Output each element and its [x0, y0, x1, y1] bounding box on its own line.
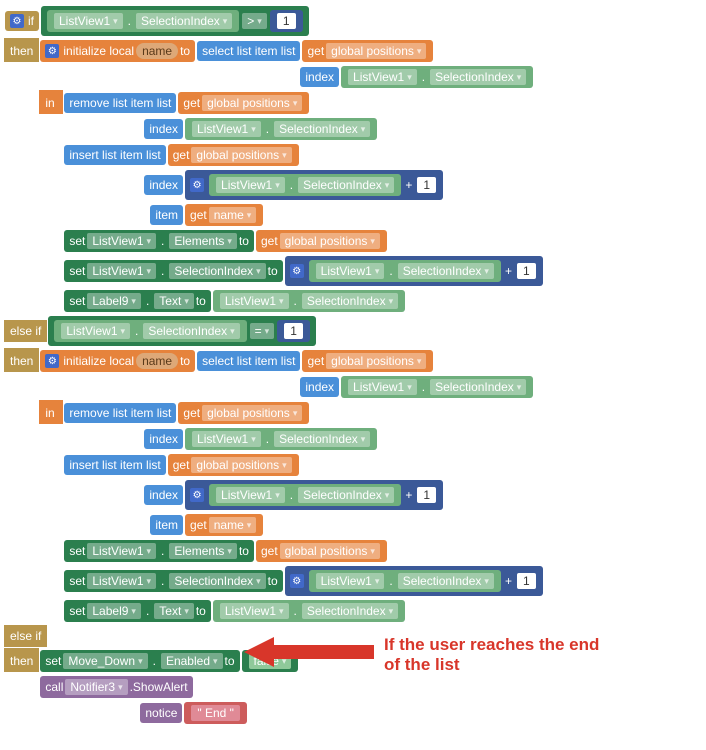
elseif-keyword: else if: [4, 625, 47, 647]
set-label9-text[interactable]: set Label9.Text to ListView1.SelectionIn…: [63, 289, 406, 313]
insert-index-label: index: [144, 175, 183, 195]
set-label9-text[interactable]: set Label9.Text to ListView1.SelectionIn…: [63, 599, 406, 623]
call-notifier-showalert[interactable]: call Notifier3.ShowAlert: [39, 675, 193, 699]
then-keyword: then: [4, 348, 39, 372]
then-keyword: then: [4, 38, 39, 62]
get-global-positions[interactable]: get global positions: [256, 230, 387, 252]
number-1[interactable]: 1: [277, 320, 310, 342]
gear-icon[interactable]: [290, 574, 304, 588]
arrow-icon: [244, 637, 374, 667]
math-add[interactable]: ListView1.SelectionIndex + 1: [185, 480, 443, 510]
set-selectionindex[interactable]: set ListView1.SelectionIndex to ListView…: [63, 255, 543, 287]
get-global-positions[interactable]: get global positions: [302, 350, 433, 372]
operator-gt[interactable]: >: [242, 13, 267, 29]
in-keyword: in: [39, 90, 63, 114]
init-local-header: initialize localnameto: [40, 40, 195, 62]
listview-selectionindex-getter[interactable]: ListView1.SelectionIndex: [309, 570, 501, 592]
get-global-positions[interactable]: get global positions: [302, 40, 433, 62]
listview-selectionindex-getter[interactable]: ListView1.SelectionIndex: [309, 260, 501, 282]
math-add[interactable]: ListView1.SelectionIndex + 1: [285, 566, 543, 596]
math-add[interactable]: ListView1.SelectionIndex + 1: [285, 256, 543, 286]
blocks-root: if ListView1.SelectionIndex > 1 then ini…: [4, 5, 702, 726]
remove-index-label: index: [144, 429, 183, 449]
set-elements[interactable]: set ListView1.Elements to get global pos…: [63, 229, 388, 253]
get-name[interactable]: get name: [185, 204, 263, 226]
listview-selectionindex-getter[interactable]: ListView1.SelectionIndex: [54, 320, 246, 342]
get-name[interactable]: get name: [185, 514, 263, 536]
select-list-item[interactable]: select list item list: [197, 41, 300, 61]
operator-eq[interactable]: =: [250, 323, 275, 339]
then-keyword: then: [4, 648, 39, 672]
remove-index-label: index: [144, 119, 183, 139]
elseif-keyword: else if: [4, 320, 47, 342]
gear-icon[interactable]: [290, 264, 304, 278]
select-list-item[interactable]: select list item list: [197, 351, 300, 371]
notice-label: notice: [140, 703, 182, 723]
listview-selectionindex-getter[interactable]: ListView1.SelectionIndex: [213, 600, 405, 622]
gear-icon[interactable]: [10, 14, 24, 28]
listview-selectionindex-getter[interactable]: ListView1.SelectionIndex: [185, 428, 377, 450]
init-local-block[interactable]: initialize localnameto select list item …: [39, 349, 434, 373]
listview-selectionindex-getter[interactable]: ListView1.SelectionIndex: [341, 376, 533, 398]
select-index-label: index: [300, 377, 339, 397]
init-local-header: initialize localnameto: [40, 350, 195, 372]
listview-selectionindex-getter[interactable]: ListView1.SelectionIndex: [209, 484, 401, 506]
if-keyword: if: [5, 11, 39, 31]
set-elements[interactable]: set ListView1.Elements to get global pos…: [63, 539, 388, 563]
condition-compare[interactable]: ListView1.SelectionIndex = 1: [48, 316, 316, 346]
remove-list-item[interactable]: remove list item list get global positio…: [63, 401, 310, 425]
elseif-block[interactable]: else if ListView1.SelectionIndex = 1: [4, 315, 702, 347]
insert-index-label: index: [144, 485, 183, 505]
string-end[interactable]: " End ": [184, 702, 247, 724]
math-add[interactable]: ListView1.SelectionIndex + 1: [185, 170, 443, 200]
gear-icon[interactable]: [45, 44, 59, 58]
in-keyword: in: [39, 400, 63, 424]
select-index-label: index: [300, 67, 339, 87]
listview-selectionindex-getter[interactable]: ListView1.SelectionIndex: [185, 118, 377, 140]
get-global-positions[interactable]: get global positions: [178, 92, 309, 114]
gear-icon[interactable]: [45, 354, 59, 368]
set-selectionindex[interactable]: set ListView1.SelectionIndex to ListView…: [63, 565, 543, 597]
if-block[interactable]: if ListView1.SelectionIndex > 1: [4, 5, 702, 37]
condition-compare[interactable]: ListView1.SelectionIndex > 1: [41, 6, 309, 36]
get-global-positions[interactable]: get global positions: [178, 402, 309, 424]
get-global-positions[interactable]: get global positions: [168, 454, 299, 476]
remove-list-item[interactable]: remove list item list get global positio…: [63, 91, 310, 115]
insert-item-label: item: [150, 515, 183, 535]
listview-selectionindex-getter[interactable]: ListView1.SelectionIndex: [213, 290, 405, 312]
listview-selectionindex-getter[interactable]: ListView1.SelectionIndex: [47, 10, 239, 32]
insert-list-item[interactable]: insert list item list get global positio…: [63, 143, 299, 167]
var-name-pill: name: [136, 43, 178, 59]
number-1[interactable]: 1: [270, 10, 303, 32]
insert-item-label: item: [150, 205, 183, 225]
gear-icon[interactable]: [190, 178, 204, 192]
init-local-block[interactable]: initialize localnameto select list item …: [39, 39, 434, 63]
insert-list-item[interactable]: insert list item list get global positio…: [63, 453, 299, 477]
gear-icon[interactable]: [190, 488, 204, 502]
get-global-positions[interactable]: get global positions: [168, 144, 299, 166]
listview-selectionindex-getter[interactable]: ListView1.SelectionIndex: [341, 66, 533, 88]
get-global-positions[interactable]: get global positions: [256, 540, 387, 562]
annotation-text: If the user reaches the end of the list: [384, 635, 604, 675]
listview-selectionindex-getter[interactable]: ListView1.SelectionIndex: [209, 174, 401, 196]
